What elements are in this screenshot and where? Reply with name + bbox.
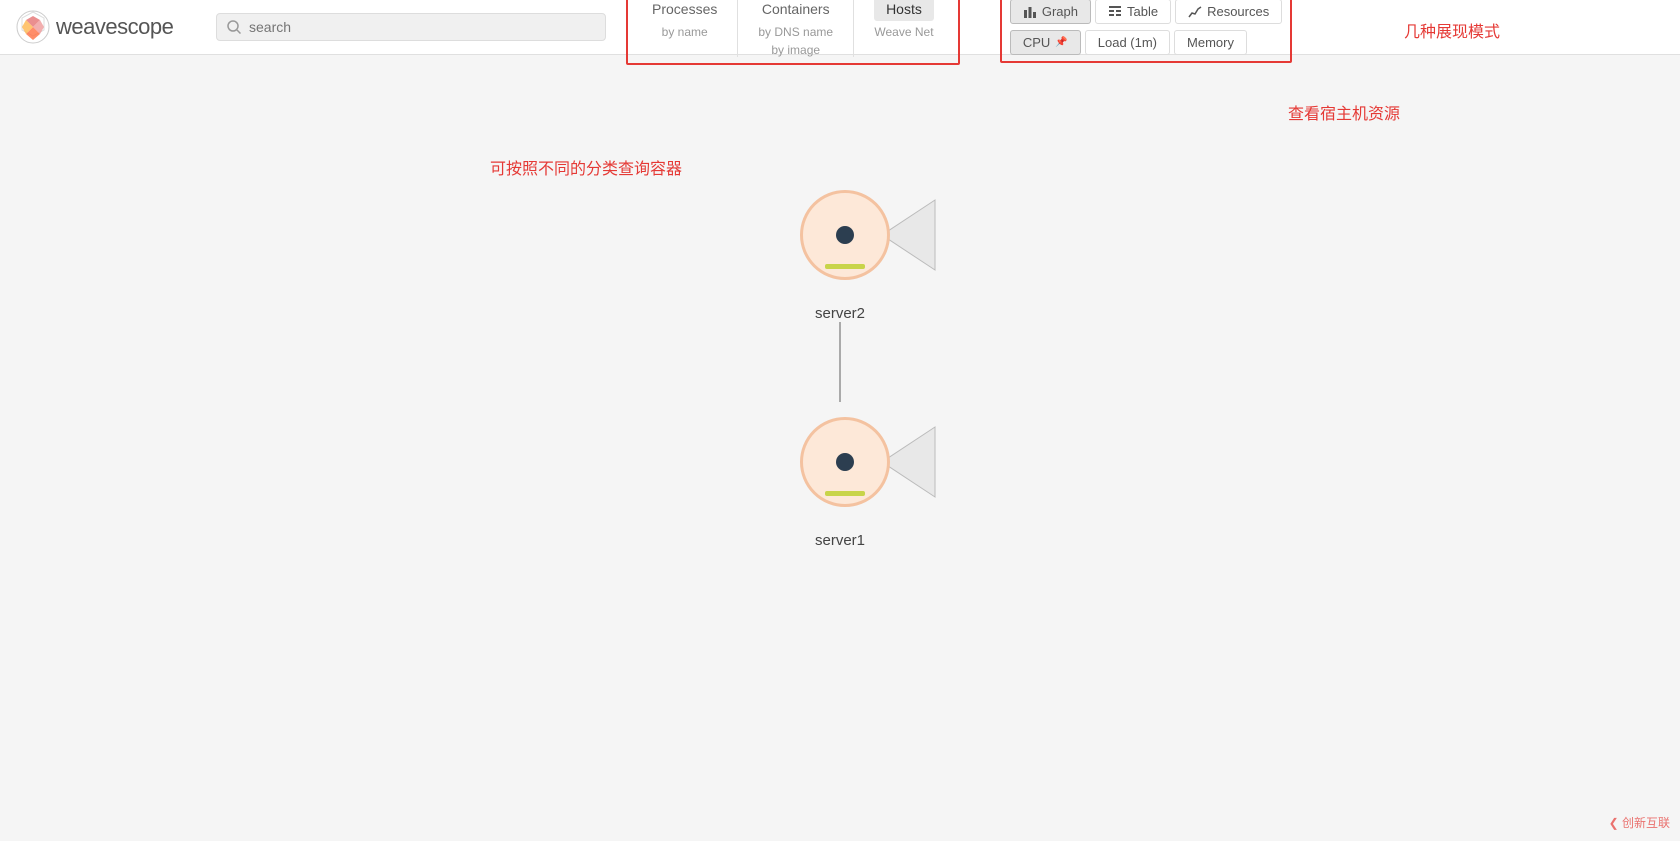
server1-inner-dot — [836, 453, 854, 471]
nav-group-processes[interactable]: Processes by name — [636, 0, 733, 41]
server1-label: server1 — [815, 532, 865, 549]
table-icon — [1108, 5, 1122, 19]
hosts-sub-weavenet[interactable]: Weave Net — [874, 25, 933, 39]
nav-group-containers[interactable]: Containers by DNS name by image — [742, 0, 849, 59]
server2-node[interactable]: server2 — [770, 175, 910, 322]
nav-separator-2 — [853, 0, 854, 57]
search-area[interactable] — [216, 13, 606, 41]
view-mode-row-2: CPU 📌 Load (1m) Memory — [1010, 30, 1282, 55]
containers-sub-byimage[interactable]: by image — [771, 43, 820, 57]
server1-circle — [800, 417, 890, 507]
hosts-label: Hosts — [874, 0, 934, 21]
resources-view-button[interactable]: Resources — [1175, 0, 1282, 24]
processes-label: Processes — [652, 0, 717, 21]
server2-circle — [800, 190, 890, 280]
logo-text: weavescope — [56, 14, 173, 40]
server2-label: server2 — [815, 305, 865, 322]
nav-separator-1 — [737, 0, 738, 57]
containers-label: Containers — [762, 0, 830, 21]
processes-sub-byname[interactable]: by name — [662, 25, 708, 39]
resources-icon — [1188, 5, 1202, 19]
pin-icon: 📌 — [1055, 37, 1067, 48]
containers-sub-bydns[interactable]: by DNS name — [758, 25, 833, 39]
server2-inner-dot — [836, 226, 854, 244]
graph-icon — [1023, 5, 1037, 19]
annotation-modes: 几种展现模式 — [1404, 18, 1500, 42]
memory-metric-button[interactable]: Memory — [1174, 30, 1247, 55]
view-mode-row-1: Graph Table Resources — [1010, 0, 1282, 24]
navbar: weavescope Processes by name Containers … — [0, 0, 1680, 55]
graph-view-button[interactable]: Graph — [1010, 0, 1091, 24]
logo-area: weavescope — [16, 10, 216, 44]
logo-icon — [16, 10, 50, 44]
view-modes-area: Graph Table Resources — [1000, 0, 1292, 63]
server1-visual — [770, 402, 910, 522]
table-view-button[interactable]: Table — [1095, 0, 1171, 24]
server1-node[interactable]: server1 — [770, 402, 910, 549]
server2-visual — [770, 175, 910, 295]
nav-group-hosts[interactable]: Hosts Weave Net — [858, 0, 950, 41]
search-icon — [227, 20, 241, 34]
cpu-metric-button[interactable]: CPU 📌 — [1010, 30, 1081, 55]
main-content: server2 server1 — [0, 55, 1680, 549]
watermark: ❮ 创新互联 — [1609, 814, 1670, 831]
connector-line — [839, 322, 841, 402]
search-input[interactable] — [249, 19, 595, 35]
graph-area: server2 server1 — [770, 175, 910, 549]
load-metric-button[interactable]: Load (1m) — [1085, 30, 1170, 55]
nav-tabs-area: Processes by name Containers by DNS name… — [626, 0, 960, 65]
